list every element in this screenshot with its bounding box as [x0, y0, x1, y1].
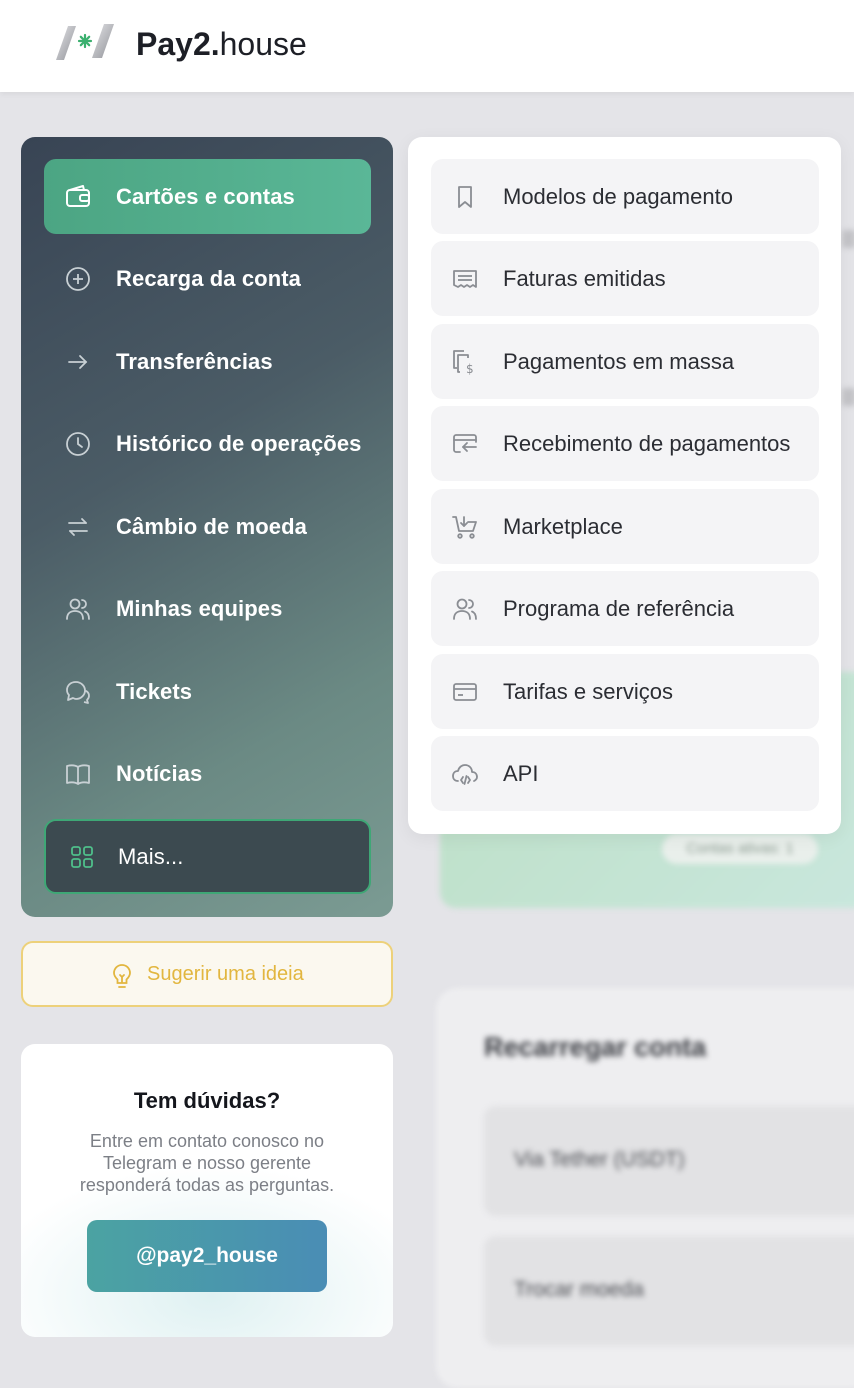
menu-item-mass-payments[interactable]: $ Pagamentos em massa: [431, 324, 819, 399]
sidebar-item-news[interactable]: Notícias: [44, 736, 371, 811]
help-card: Tem dúvidas? Entre em contato conosco no…: [21, 1044, 393, 1337]
clock-icon: [66, 432, 90, 456]
book-icon: [66, 764, 90, 785]
sidebar-item-label: Recarga da conta: [116, 266, 302, 291]
arrow-right-icon: [68, 355, 88, 369]
sidebar-item-account-recharge[interactable]: Recarga da conta: [44, 241, 371, 316]
exchange-arrows-icon: [68, 518, 88, 536]
sidebar-item-label: Cartões e contas: [116, 184, 295, 209]
menu-item-payment-templates[interactable]: Modelos de pagamento: [431, 159, 819, 234]
telegram-contact-button[interactable]: @pay2_house: [87, 1220, 327, 1292]
wallet-icon: [66, 185, 90, 207]
sidebar-nav: Cartões e contas Recarga da conta Transf…: [21, 137, 393, 917]
sidebar-item-label: Notícias: [116, 761, 203, 786]
blurred-recharge-row-label: Via Tether (USDT): [514, 1148, 685, 1171]
menu-item-referral-program[interactable]: Programa de referência: [431, 571, 819, 646]
blurred-active-accounts-pill: Contas ativas: 1: [662, 834, 818, 864]
sidebar-item-label: Histórico de operações: [116, 431, 362, 456]
users-icon: [66, 598, 90, 620]
more-dropdown-menu: Modelos de pagamento Faturas emitidas $ …: [408, 137, 841, 834]
menu-item-label: Modelos de pagamento: [503, 184, 733, 209]
svg-text:$: $: [466, 362, 474, 376]
sidebar-item-transfers[interactable]: Transferências: [44, 324, 371, 399]
top-header: Pay2.house: [0, 0, 854, 92]
cart-icon: [452, 516, 477, 539]
sidebar-item-label: Câmbio de moeda: [116, 514, 307, 539]
sidebar-item-teams[interactable]: Minhas equipes: [44, 571, 371, 646]
suggest-idea-button[interactable]: Sugerir uma ideia: [21, 941, 393, 1007]
plus-circle-icon: [66, 267, 90, 291]
sidebar-item-currency-exchange[interactable]: Câmbio de moeda: [44, 489, 371, 564]
grid-icon: [71, 846, 93, 868]
blurred-edge-marker: [842, 230, 854, 248]
bookmark-icon: [458, 186, 472, 208]
brand-logo-text[interactable]: Pay2.house: [136, 24, 307, 64]
brand-name-bold: Pay2.: [136, 26, 220, 62]
menu-item-marketplace[interactable]: Marketplace: [431, 489, 819, 564]
blurred-recharge-title: Recarregar conta: [484, 1032, 707, 1062]
blurred-edge-marker: [842, 388, 854, 406]
suggest-idea-label: Sugerir uma ideia: [147, 963, 304, 985]
menu-item-issued-invoices[interactable]: Faturas emitidas: [431, 241, 819, 316]
sidebar-item-more[interactable]: Mais...: [44, 819, 371, 894]
card-receive-icon: [453, 434, 477, 453]
menu-item-label: API: [503, 761, 539, 786]
menu-item-label: Recebimento de pagamentos: [503, 431, 791, 456]
lightbulb-icon: [113, 964, 131, 988]
blurred-recharge-row-label: Trocar moeda: [514, 1278, 644, 1301]
brand-name-regular: house: [219, 26, 307, 62]
credit-card-icon: [453, 683, 477, 701]
users-icon: [453, 598, 477, 620]
sidebar-item-label: Minhas equipes: [116, 596, 283, 621]
menu-item-api[interactable]: API: [431, 736, 819, 811]
menu-item-label: Marketplace: [503, 514, 623, 539]
help-title: Tem dúvidas?: [133, 1088, 281, 1113]
sidebar-item-label: Transferências: [116, 349, 273, 374]
telegram-contact-label: @pay2_house: [136, 1244, 278, 1267]
sidebar-item-history[interactable]: Histórico de operações: [44, 406, 371, 481]
chat-bubbles-icon: [66, 681, 90, 704]
menu-item-fees-services[interactable]: Tarifas e serviços: [431, 654, 819, 729]
sidebar-item-label: Tickets: [116, 679, 193, 704]
sidebar-item-tickets[interactable]: Tickets: [44, 654, 371, 729]
sidebar-item-cards-accounts[interactable]: Cartões e contas: [44, 159, 371, 234]
sidebar-item-label: Mais...: [118, 844, 184, 869]
menu-item-label: Pagamentos em massa: [503, 349, 735, 374]
logo-icon[interactable]: [52, 22, 116, 64]
menu-item-label: Programa de referência: [503, 596, 735, 621]
menu-item-label: Faturas emitidas: [503, 266, 666, 291]
help-text: Entre em contato conosco no Telegram e n…: [79, 1131, 335, 1195]
menu-item-label: Tarifas e serviços: [503, 679, 673, 704]
cloud-code-icon: [452, 764, 478, 785]
menu-item-receive-payments[interactable]: Recebimento de pagamentos: [431, 406, 819, 481]
mass-payment-icon: $: [453, 350, 474, 376]
receipt-icon: [453, 270, 477, 288]
